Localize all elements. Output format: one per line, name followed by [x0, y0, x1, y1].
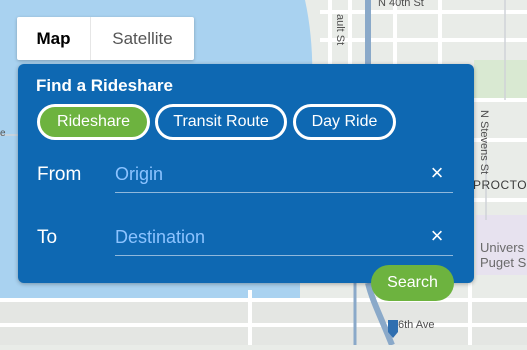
map-label-university-line2: Puget S	[480, 255, 527, 270]
from-label: From	[37, 164, 82, 185]
map-label-procto: PROCTO	[473, 178, 527, 192]
to-row: To ×	[18, 219, 474, 259]
origin-input[interactable]	[115, 156, 453, 193]
map-label-40th: N 40th St	[378, 0, 424, 9]
destination-input[interactable]	[115, 219, 453, 256]
map-label-6th-ave: 6th Ave	[398, 319, 435, 331]
map-label-stevens: N Stevens St	[478, 110, 490, 175]
search-button[interactable]: Search	[371, 265, 454, 301]
to-label: To	[37, 227, 58, 248]
map-view-button[interactable]: Map	[17, 17, 90, 60]
find-rideshare-panel: Find a Rideshare Rideshare Transit Route…	[18, 64, 474, 301]
map-label-edge: e	[0, 128, 6, 139]
map-label-university-line1: Univers	[480, 240, 525, 255]
rideshare-chip[interactable]: Rideshare	[37, 104, 150, 140]
clear-destination-icon[interactable]: ×	[426, 222, 448, 250]
clear-origin-icon[interactable]: ×	[426, 159, 448, 187]
map-type-toggle: Map Satellite	[17, 17, 194, 60]
panel-title: Find a Rideshare	[36, 76, 173, 95]
park-area	[474, 60, 527, 100]
map-label-ault: ault St	[334, 14, 346, 46]
from-row: From ×	[18, 156, 474, 196]
day-ride-chip[interactable]: Day Ride	[293, 104, 396, 140]
transit-route-chip[interactable]: Transit Route	[155, 104, 287, 140]
satellite-view-button[interactable]: Satellite	[90, 17, 194, 60]
